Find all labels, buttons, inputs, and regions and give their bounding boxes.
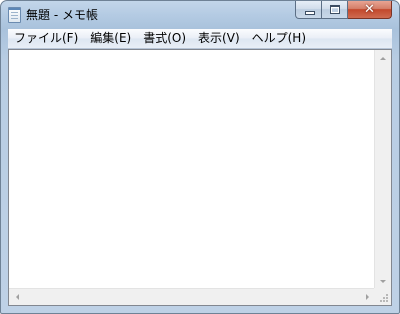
horizontal-scrollbar[interactable] [9,288,375,305]
maximize-icon [330,5,340,14]
close-icon: ✕ [364,2,375,17]
menu-format[interactable]: 書式(O) [137,29,192,48]
grip-dot [386,297,388,299]
scroll-down-icon[interactable] [380,280,386,283]
scroll-up-icon[interactable] [380,57,386,60]
vertical-scrollbar[interactable] [374,50,391,289]
caption-buttons: ✕ [295,1,392,20]
window-title: 無題 - メモ帳 [26,8,98,22]
menu-file[interactable]: ファイル(F) [8,29,84,48]
grip-dot [383,297,385,299]
grip-dot [386,300,388,302]
scroll-right-icon[interactable] [366,294,369,300]
grip-dot [383,300,385,302]
minimize-button[interactable] [295,1,322,19]
grip-dot [386,294,388,296]
scroll-left-icon[interactable] [16,294,19,300]
grip-dot [380,300,382,302]
menu-view[interactable]: 表示(V) [192,29,246,48]
menu-edit[interactable]: 編集(E) [84,29,137,48]
minimize-icon [305,11,315,15]
menu-bar: ファイル(F) 編集(E) 書式(O) 表示(V) ヘルプ(H) [8,29,392,49]
text-editor[interactable] [9,50,375,289]
maximize-button[interactable] [322,1,348,19]
notepad-icon[interactable] [8,7,21,23]
notepad-window: 無題 - メモ帳 ✕ ファイル(F) 編集(E) 書式(O) 表示(V) ヘルプ… [0,0,400,314]
resize-grip[interactable] [374,288,391,305]
title-bar[interactable]: 無題 - メモ帳 ✕ [1,1,399,29]
editor-area [8,49,392,306]
menu-help[interactable]: ヘルプ(H) [246,29,312,48]
close-button[interactable]: ✕ [348,1,392,19]
